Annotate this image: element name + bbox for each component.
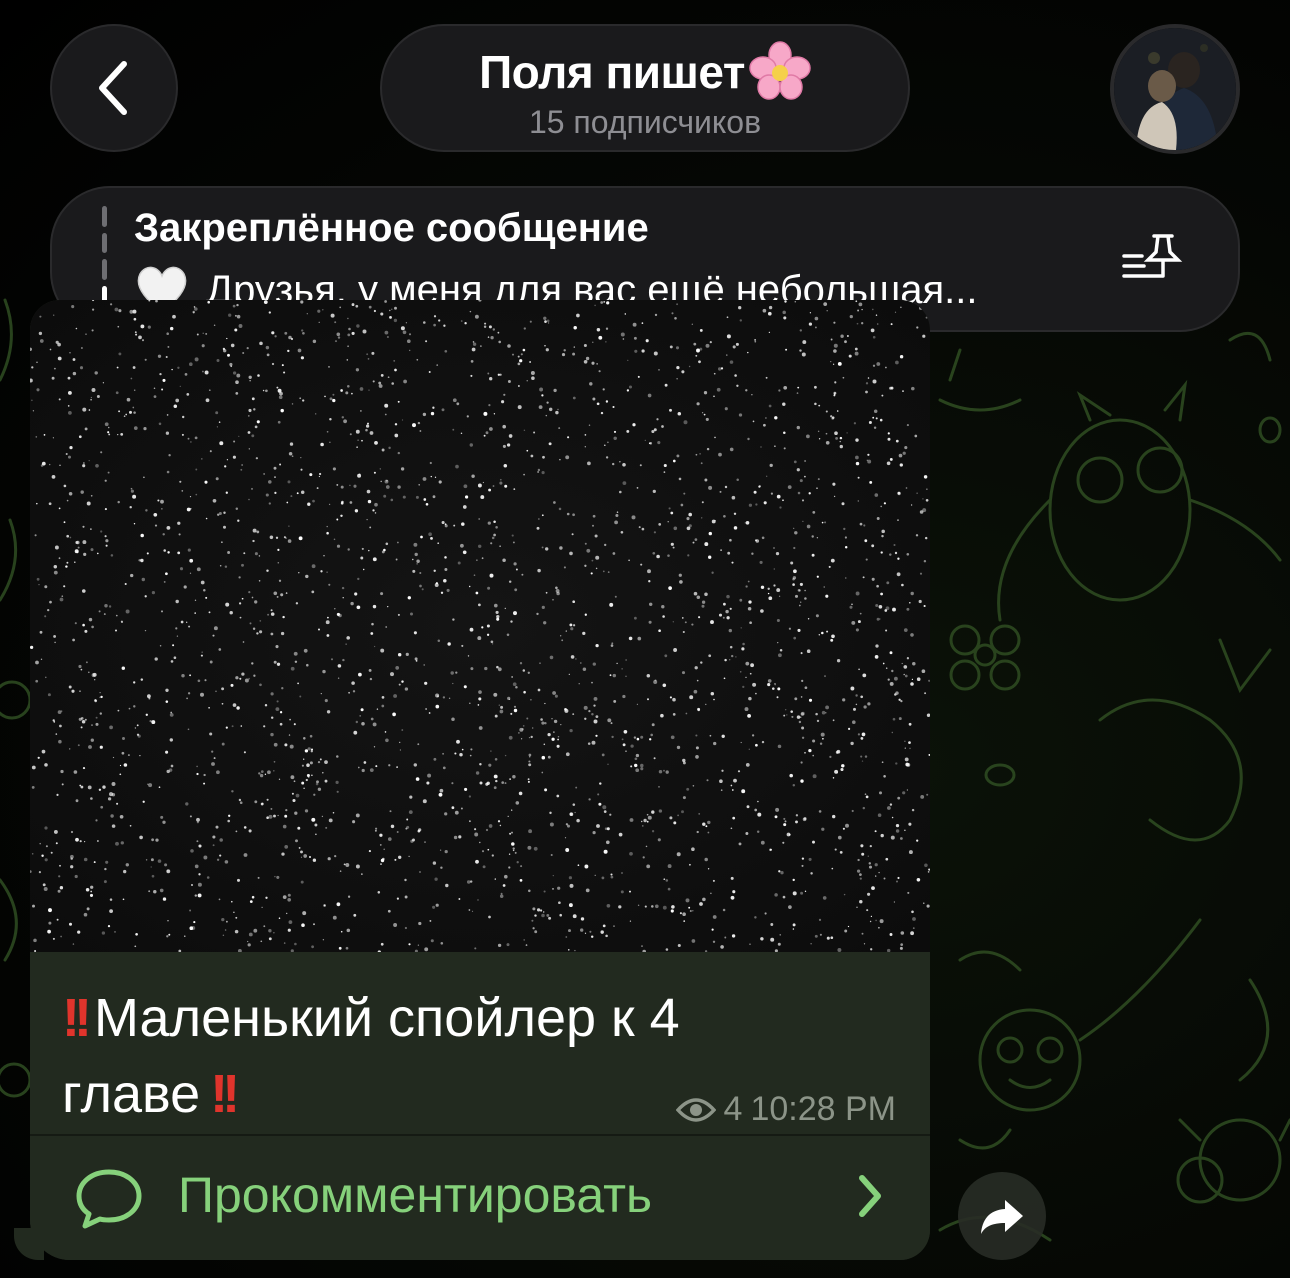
spoiler-media[interactable]	[30, 300, 930, 952]
chat-screen: Поля пишет 15 подписчиков Закреплённое с…	[0, 0, 1290, 1278]
eye-icon	[675, 1097, 716, 1122]
channel-title-pill[interactable]: Поля пишет 15 подписчиков	[380, 24, 910, 152]
channel-name: Поля пишет	[479, 46, 745, 98]
subscriber-count: 15 подписчиков	[528, 104, 762, 140]
post-caption: !! Маленький спойлер к 4 главе!!	[62, 980, 762, 1132]
share-button[interactable]	[958, 1172, 1046, 1260]
comment-bubble-icon	[76, 1169, 142, 1229]
caption-line-1: Маленький спойлер к 4	[93, 988, 680, 1048]
pinned-title: Закреплённое сообщение	[134, 206, 649, 250]
chevron-left-icon	[99, 61, 127, 115]
pinned-list-icon	[1122, 234, 1183, 278]
comment-button[interactable]: Прокомментировать	[30, 1136, 930, 1260]
post-time: 10:28 PM	[750, 1090, 896, 1128]
pinned-indicator	[102, 206, 107, 306]
pinned-list-button[interactable]	[1120, 230, 1184, 289]
channel-post-bubble: !! Маленький спойлер к 4 главе!! 4 10:28 …	[30, 300, 930, 1260]
double-exclamation-icon: !!	[62, 988, 92, 1048]
caption-line-2: главе	[62, 1064, 201, 1124]
channel-avatar[interactable]	[1110, 24, 1240, 154]
cherry-blossom-icon	[749, 41, 811, 100]
double-exclamation-icon: !!	[210, 1064, 240, 1124]
forward-arrow-icon	[981, 1200, 1023, 1234]
back-button[interactable]	[50, 24, 178, 152]
view-count: 4	[723, 1090, 743, 1128]
comment-label: Прокомментировать	[178, 1167, 653, 1223]
avatar-photo	[1114, 28, 1236, 150]
post-meta: 4 10:28 PM	[675, 1090, 896, 1129]
chevron-right-icon	[859, 1175, 881, 1217]
